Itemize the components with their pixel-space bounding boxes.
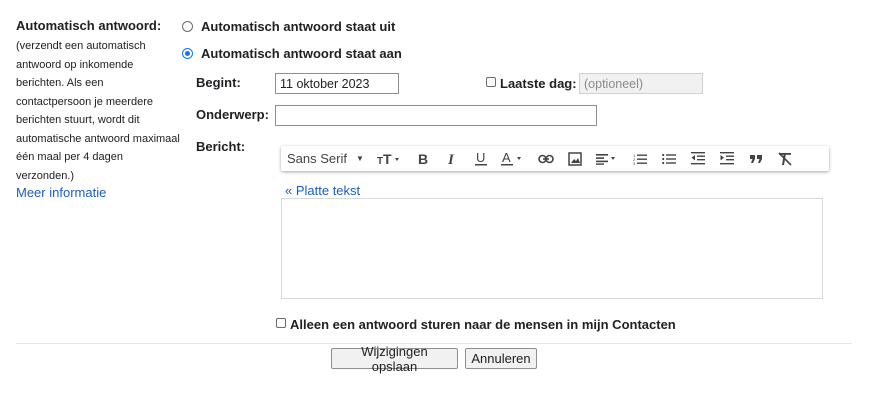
svg-text:U: U — [476, 151, 485, 165]
cancel-button[interactable]: Annuleren — [465, 348, 537, 369]
subject-input[interactable] — [275, 105, 597, 126]
contacts-only-checkbox[interactable] — [276, 318, 286, 328]
text-color-icon[interactable]: A — [495, 146, 531, 171]
description-line: antwoord op inkomende — [16, 58, 134, 71]
vacation-responder-title: Automatisch antwoord: — [16, 18, 162, 33]
bulleted-list-icon[interactable] — [654, 146, 683, 171]
numbered-list-icon[interactable]: 123 — [625, 146, 654, 171]
formatting-toolbar: Sans Serif ▼ TT B I U A 123 — [281, 146, 829, 171]
indent-more-icon[interactable] — [712, 146, 741, 171]
subject-label: Onderwerp: — [196, 107, 269, 122]
description-line: contactpersoon je meerdere — [16, 95, 153, 108]
description-line: berichten. Als een — [16, 77, 104, 89]
responder-on-option[interactable]: Automatisch antwoord staat aan — [182, 46, 402, 61]
svg-text:B: B — [418, 152, 428, 166]
start-date-input[interactable] — [275, 73, 399, 94]
responder-off-label[interactable]: Automatisch antwoord staat uit — [201, 19, 395, 34]
font-family-select[interactable]: Sans Serif ▼ — [281, 151, 372, 166]
indent-less-icon[interactable] — [683, 146, 712, 171]
more-info-link[interactable]: Meer informatie — [16, 185, 106, 200]
last-day-label: Laatste dag: — [500, 76, 577, 91]
start-date-label: Begint: — [196, 75, 241, 90]
save-changes-button[interactable]: Wijzigingen opslaan — [331, 344, 458, 374]
contacts-only-label: Alleen een antwoord sturen naar de mense… — [290, 317, 676, 332]
svg-text:T: T — [383, 152, 392, 166]
vacation-responder-description: (verzendt een automatisch antwoord op in… — [16, 37, 186, 185]
svg-text:I: I — [447, 152, 455, 166]
font-family-value: Sans Serif — [287, 151, 347, 166]
description-line: één maal per 4 dagen — [16, 151, 124, 163]
message-label: Bericht: — [196, 139, 246, 154]
last-day-checkbox[interactable] — [486, 77, 496, 87]
plain-text-link[interactable]: « Platte tekst — [285, 183, 360, 198]
italic-icon[interactable]: I — [437, 146, 466, 171]
svg-text:3: 3 — [633, 161, 636, 165]
remove-formatting-icon[interactable] — [770, 146, 799, 171]
underline-icon[interactable]: U — [466, 146, 495, 171]
description-line: berichten stuurt, wordt dit — [16, 114, 140, 126]
bold-icon[interactable]: B — [408, 146, 437, 171]
responder-off-radio[interactable] — [182, 21, 193, 32]
chevron-down-icon: ▼ — [355, 154, 364, 163]
responder-on-radio[interactable] — [182, 48, 193, 59]
responder-on-label[interactable]: Automatisch antwoord staat aan — [201, 46, 402, 61]
last-day-input[interactable] — [579, 73, 703, 94]
description-line: automatische antwoord maximaal — [16, 132, 180, 145]
message-editor[interactable] — [281, 198, 823, 299]
description-line: (verzendt een automatisch — [16, 40, 146, 52]
svg-text:A: A — [502, 151, 511, 165]
align-icon[interactable] — [589, 146, 625, 171]
font-size-icon[interactable]: TT — [372, 146, 408, 171]
description-line: verzonden.) — [16, 169, 75, 182]
quote-icon[interactable] — [741, 146, 770, 171]
responder-off-option[interactable]: Automatisch antwoord staat uit — [182, 19, 395, 34]
image-icon[interactable] — [560, 146, 589, 171]
link-icon[interactable] — [531, 146, 560, 171]
